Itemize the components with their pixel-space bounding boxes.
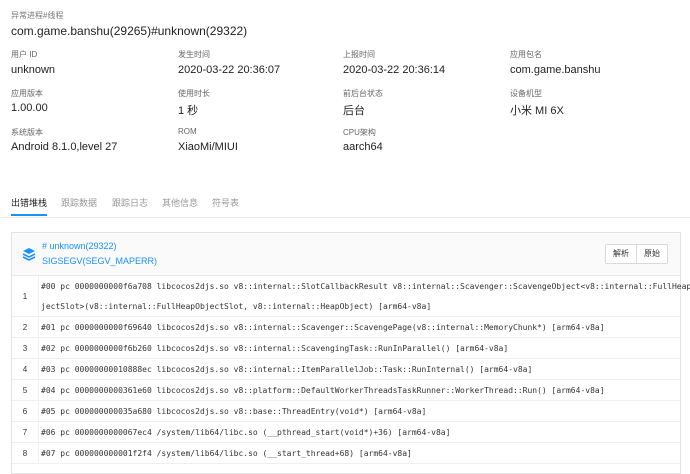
stack-row: 6 #05 pc 000000000035a680 libcocos2djs.s… <box>12 401 680 422</box>
stack-panel-header: # unknown(29322) SIGSEGV(SEGV_MAPERR) 解析… <box>12 233 680 276</box>
app-version-value: 1.00.00 <box>11 102 48 114</box>
view-toggle: 解析 原始 <box>605 244 668 264</box>
report-time-value: 2020-03-22 20:36:14 <box>343 64 446 76</box>
stack-panel: # unknown(29322) SIGSEGV(SEGV_MAPERR) 解析… <box>11 232 690 474</box>
user-id-value: unknown <box>11 64 56 76</box>
row-number: 1 <box>12 276 39 316</box>
stack-row: 1 #00 pc 0000000000f6a708 libcocos2djs.s… <box>12 276 690 317</box>
fg-bg-value: 后台 <box>343 105 365 117</box>
stack-frame-text-cont: jectSlot>(v8::internal::FullHeapObjectSl… <box>41 302 432 311</box>
tab-trace-data[interactable]: 跟踪数据 <box>61 196 97 209</box>
row-number: 7 <box>12 422 39 442</box>
stack-frame-text: #01 pc 0000000000f69640 libcocos2djs.so … <box>41 323 605 332</box>
stack-frame-text: #02 pc 0000000000f6b260 libcocos2djs.so … <box>41 344 509 353</box>
os-version-label: 系统版本 <box>11 128 43 137</box>
page-title: com.game.banshu(29265)#unknown(29322) <box>11 24 248 38</box>
user-id-label: 用户 ID <box>11 50 38 59</box>
report-time-label: 上报时间 <box>343 50 375 59</box>
tab-bar: 出错堆栈 跟踪数据 跟踪日志 其他信息 符号表 <box>0 192 690 218</box>
device-label: 设备机型 <box>510 89 542 98</box>
app-version-label: 应用版本 <box>11 89 43 98</box>
package-value: com.game.banshu <box>510 64 601 76</box>
row-number: 5 <box>12 380 39 400</box>
parse-button[interactable]: 解析 <box>606 245 636 263</box>
stack-frame-text: #07 pc 000000000001f2f4 /system/lib64/li… <box>41 449 412 458</box>
tab-symbol-table[interactable]: 符号表 <box>212 196 239 209</box>
row-number: 4 <box>12 359 39 379</box>
section-label: 异常进程#线程 <box>11 11 64 20</box>
stack-row: 7 #06 pc 0000000000067ec4 /system/lib64/… <box>12 422 680 443</box>
stack-row: 5 #04 pc 0000000000361e60 libcocos2djs.s… <box>12 380 680 401</box>
stack-row: 8 #07 pc 000000000001f2f4 /system/lib64/… <box>12 443 680 464</box>
stack-frame-text: #05 pc 000000000035a680 libcocos2djs.so … <box>41 407 427 416</box>
rom-value: XiaoMi/MIUI <box>178 141 238 153</box>
device-value: 小米 MI 6X <box>510 105 564 117</box>
row-number: 6 <box>12 401 39 421</box>
stack-row: 2 #01 pc 0000000000f69640 libcocos2djs.s… <box>12 317 680 338</box>
stack-frame-text: #03 pc 00000000010888ec libcocos2djs.so … <box>41 365 533 374</box>
tab-other-info[interactable]: 其他信息 <box>162 196 198 209</box>
thread-name-link[interactable]: # unknown(29322) <box>42 241 117 251</box>
stack-frame-text: #04 pc 0000000000361e60 libcocos2djs.so … <box>41 386 605 395</box>
duration-value: 1 秒 <box>178 105 199 117</box>
row-number: 8 <box>12 443 39 463</box>
stack-frame-text: #00 pc 0000000000f6a708 libcocos2djs.so … <box>41 282 690 291</box>
stack-row: 4 #03 pc 00000000010888ec libcocos2djs.s… <box>12 359 680 380</box>
occur-time-label: 发生时间 <box>178 50 210 59</box>
stack-rows: 1 #00 pc 0000000000f6a708 libcocos2djs.s… <box>12 276 690 464</box>
raw-button[interactable]: 原始 <box>636 245 667 263</box>
cpu-value: aarch64 <box>343 141 383 153</box>
stack-row: 3 #02 pc 0000000000f6b260 libcocos2djs.s… <box>12 338 680 359</box>
layers-icon <box>22 248 36 261</box>
active-tab-indicator <box>11 214 47 216</box>
occur-time-value: 2020-03-22 20:36:07 <box>178 64 281 76</box>
cpu-label: CPU架构 <box>343 128 376 137</box>
fg-bg-label: 前后台状态 <box>343 89 383 98</box>
os-version-value: Android 8.1.0,level 27 <box>11 141 118 153</box>
duration-label: 使用时长 <box>178 89 210 98</box>
row-number: 2 <box>12 317 39 337</box>
row-number: 3 <box>12 338 39 358</box>
signal-link[interactable]: SIGSEGV(SEGV_MAPERR) <box>42 256 157 266</box>
package-label: 应用包名 <box>510 50 542 59</box>
tab-trace-log[interactable]: 跟踪日志 <box>112 196 148 209</box>
rom-label: ROM <box>178 127 197 136</box>
tab-error-stack[interactable]: 出错堆栈 <box>11 196 47 209</box>
stack-frame-text: #06 pc 0000000000067ec4 /system/lib64/li… <box>41 428 451 437</box>
